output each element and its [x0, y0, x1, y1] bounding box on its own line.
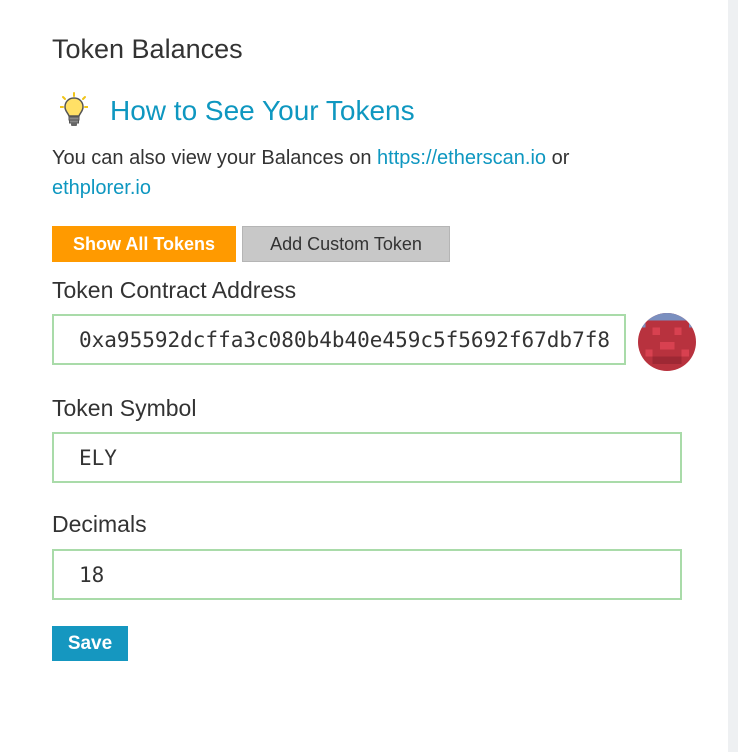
- identicon-avatar: [638, 313, 696, 371]
- ethplorer-link[interactable]: ethplorer.io: [52, 177, 151, 199]
- description-prefix: You can also view your Balances on: [52, 147, 378, 169]
- etherscan-link[interactable]: https://etherscan.io: [377, 147, 546, 169]
- decimals-label: Decimals: [52, 511, 147, 537]
- contract-address-input[interactable]: [52, 314, 626, 365]
- description-middle: or: [546, 147, 570, 169]
- section-title: Token Balances: [52, 34, 243, 64]
- symbol-label: Token Symbol: [52, 395, 197, 421]
- show-all-tokens-button[interactable]: Show All Tokens: [52, 226, 236, 262]
- balances-description: You can also view your Balances on https…: [52, 143, 652, 203]
- address-label: Token Contract Address: [52, 277, 297, 303]
- save-button[interactable]: Save: [52, 626, 128, 661]
- decimals-input[interactable]: [52, 549, 682, 600]
- token-balances-panel: Token Balances How to See Your Tokens Yo…: [0, 0, 728, 752]
- howto-link[interactable]: How to See Your Tokens: [110, 95, 415, 127]
- howto-heading: How to See Your Tokens: [60, 92, 415, 130]
- add-custom-token-button[interactable]: Add Custom Token: [242, 226, 450, 262]
- lightbulb-icon: [60, 92, 88, 126]
- token-symbol-input[interactable]: [52, 432, 682, 483]
- token-tabs: Show All Tokens Add Custom Token: [52, 226, 450, 262]
